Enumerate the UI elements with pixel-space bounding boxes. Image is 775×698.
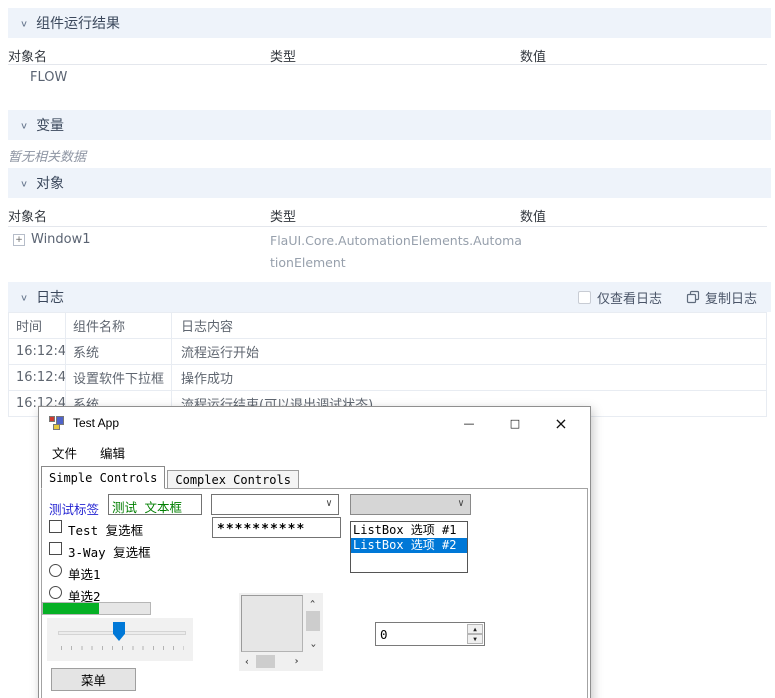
combobox-disabled[interactable]: ∨ bbox=[350, 494, 471, 515]
numeric-updown[interactable]: 0 ▲ ▼ bbox=[375, 622, 485, 646]
radio-button-1[interactable] bbox=[49, 564, 62, 577]
progress-fill bbox=[43, 603, 99, 614]
log-time: 16:12:42 bbox=[8, 338, 66, 365]
only-view-logs-label: 仅查看日志 bbox=[596, 291, 662, 307]
object-row-type: FlaUI.Core.AutomationElements.Automation… bbox=[270, 233, 522, 270]
close-button[interactable]: × bbox=[538, 407, 584, 439]
test-textbox[interactable]: 测试 文本框 bbox=[108, 494, 202, 515]
debug-panel: ∨ 组件运行结果 对象名 类型 数值 FLOW ∨ 变量 暂无相关数据 ∨ 对象… bbox=[0, 0, 775, 698]
log-row: 16:12:42 系统 流程运行开始 bbox=[8, 338, 767, 365]
section-title: 日志 bbox=[36, 290, 65, 306]
tab-complex-controls[interactable]: Complex Controls bbox=[167, 470, 299, 489]
window-title: Test App bbox=[73, 416, 120, 430]
horizontal-scrollbar[interactable]: › › bbox=[241, 654, 303, 669]
section-title: 组件运行结果 bbox=[36, 16, 121, 32]
empty-data-note: 暂无相关数据 bbox=[8, 150, 87, 165]
combobox-editable[interactable]: ∨ bbox=[211, 494, 339, 515]
object-row-name: Window1 bbox=[31, 232, 91, 247]
log-component: 设置软件下拉框 bbox=[65, 364, 172, 391]
test-checkbox-label: Test 复选框 bbox=[68, 523, 144, 538]
log-header-row: 时间 组件名称 日志内容 bbox=[8, 312, 767, 339]
vertical-scroll-thumb[interactable] bbox=[306, 611, 320, 631]
chevron-down-icon: ∨ bbox=[20, 17, 29, 29]
copy-icon bbox=[686, 290, 700, 304]
three-way-checkbox[interactable] bbox=[49, 542, 62, 555]
radio-1-label: 单选1 bbox=[68, 567, 101, 582]
copy-logs-label: 复制日志 bbox=[704, 291, 757, 307]
spinner-buttons: ▲ ▼ bbox=[467, 624, 483, 644]
listbox: ListBox 选项 #1 ListBox 选项 #2 bbox=[350, 521, 468, 573]
scroll-up-arrow-icon[interactable]: › bbox=[305, 595, 321, 608]
chevron-down-icon: ∨ bbox=[20, 291, 29, 303]
listbox-item-2[interactable]: ListBox 选项 #2 bbox=[351, 538, 467, 553]
radio-button-2[interactable] bbox=[49, 586, 62, 599]
section-header-logs[interactable]: ∨ 日志 仅查看日志 复制日志 bbox=[8, 282, 771, 312]
scroll-content bbox=[241, 595, 303, 652]
log-time: 16:12:44 bbox=[8, 364, 66, 391]
result-row-name: FLOW bbox=[30, 70, 68, 85]
three-way-checkbox-label: 3-Way 复选框 bbox=[68, 545, 151, 560]
log-row: 16:12:44 设置软件下拉框 操作成功 bbox=[8, 364, 767, 391]
spin-down-button[interactable]: ▼ bbox=[467, 634, 483, 644]
log-col-component: 组件名称 bbox=[65, 312, 172, 339]
horizontal-scroll-thumb[interactable] bbox=[256, 655, 275, 668]
slider-ticks bbox=[61, 646, 184, 650]
maximize-button[interactable]: □ bbox=[492, 407, 538, 439]
column-header-name: 对象名 bbox=[8, 50, 48, 65]
numeric-value: 0 bbox=[380, 627, 388, 642]
slider bbox=[47, 618, 193, 661]
menu-edit[interactable]: 编辑 bbox=[100, 443, 125, 462]
log-component: 系统 bbox=[65, 338, 172, 365]
log-content: 操作成功 bbox=[171, 364, 767, 391]
section-header-component-result[interactable]: ∨ 组件运行结果 bbox=[8, 8, 771, 38]
scroll-viewer: › › › › bbox=[239, 593, 323, 671]
window-controls: — □ × bbox=[446, 407, 584, 439]
section-header-variables[interactable]: ∨ 变量 bbox=[8, 110, 771, 140]
chevron-down-icon: ∨ bbox=[457, 498, 464, 509]
section-title: 变量 bbox=[36, 118, 65, 134]
listbox-item-1[interactable]: ListBox 选项 #1 bbox=[351, 523, 467, 538]
title-bar[interactable]: Test App — □ × bbox=[39, 407, 590, 439]
password-field[interactable]: ********** bbox=[212, 517, 341, 538]
menu-file[interactable]: 文件 bbox=[52, 443, 77, 462]
column-header-value: 数值 bbox=[520, 50, 547, 65]
tab-simple-controls[interactable]: Simple Controls bbox=[41, 466, 166, 489]
test-label: 测试标签 bbox=[49, 502, 100, 517]
expand-plus-icon[interactable]: + bbox=[13, 234, 25, 246]
log-toolbar: 仅查看日志 复制日志 bbox=[577, 282, 757, 312]
tab-strip: Simple Controls Complex Controls bbox=[41, 466, 588, 489]
copy-logs-button[interactable]: 复制日志 bbox=[686, 288, 757, 307]
column-header-name: 对象名 bbox=[8, 210, 48, 225]
menu-button[interactable]: 菜单 bbox=[51, 668, 136, 691]
log-col-content: 日志内容 bbox=[171, 312, 767, 339]
only-view-logs-checkbox[interactable] bbox=[577, 290, 591, 304]
divider bbox=[8, 226, 767, 227]
spin-up-button[interactable]: ▲ bbox=[467, 624, 483, 634]
app-icon bbox=[49, 416, 64, 430]
progress-bar bbox=[42, 602, 151, 615]
column-header-type: 类型 bbox=[270, 50, 297, 65]
log-content: 流程运行开始 bbox=[171, 338, 767, 365]
column-header-value: 数值 bbox=[520, 210, 547, 225]
scroll-right-arrow-icon[interactable]: › bbox=[290, 654, 303, 669]
log-table: 时间 组件名称 日志内容 16:12:42 系统 流程运行开始 16:12:44… bbox=[8, 312, 767, 417]
slider-thumb[interactable] bbox=[113, 622, 125, 641]
test-checkbox[interactable] bbox=[49, 520, 62, 533]
test-app-window: Test App — □ × 文件 编辑 Simple Controls Com… bbox=[38, 406, 591, 698]
menu-bar: 文件 编辑 bbox=[39, 439, 590, 466]
chevron-down-icon: ∨ bbox=[20, 119, 29, 131]
minimize-button[interactable]: — bbox=[446, 407, 492, 439]
chevron-down-icon: ∨ bbox=[20, 177, 29, 189]
chevron-down-icon: ∨ bbox=[325, 498, 332, 509]
section-title: 对象 bbox=[36, 176, 65, 192]
section-header-objects[interactable]: ∨ 对象 bbox=[8, 168, 771, 198]
divider bbox=[8, 64, 767, 65]
column-header-type: 类型 bbox=[270, 210, 297, 225]
vertical-scrollbar[interactable]: › › bbox=[305, 595, 321, 652]
log-col-time: 时间 bbox=[8, 312, 66, 339]
scroll-left-arrow-icon[interactable]: › bbox=[241, 654, 254, 669]
scroll-down-arrow-icon[interactable]: › bbox=[305, 639, 321, 652]
